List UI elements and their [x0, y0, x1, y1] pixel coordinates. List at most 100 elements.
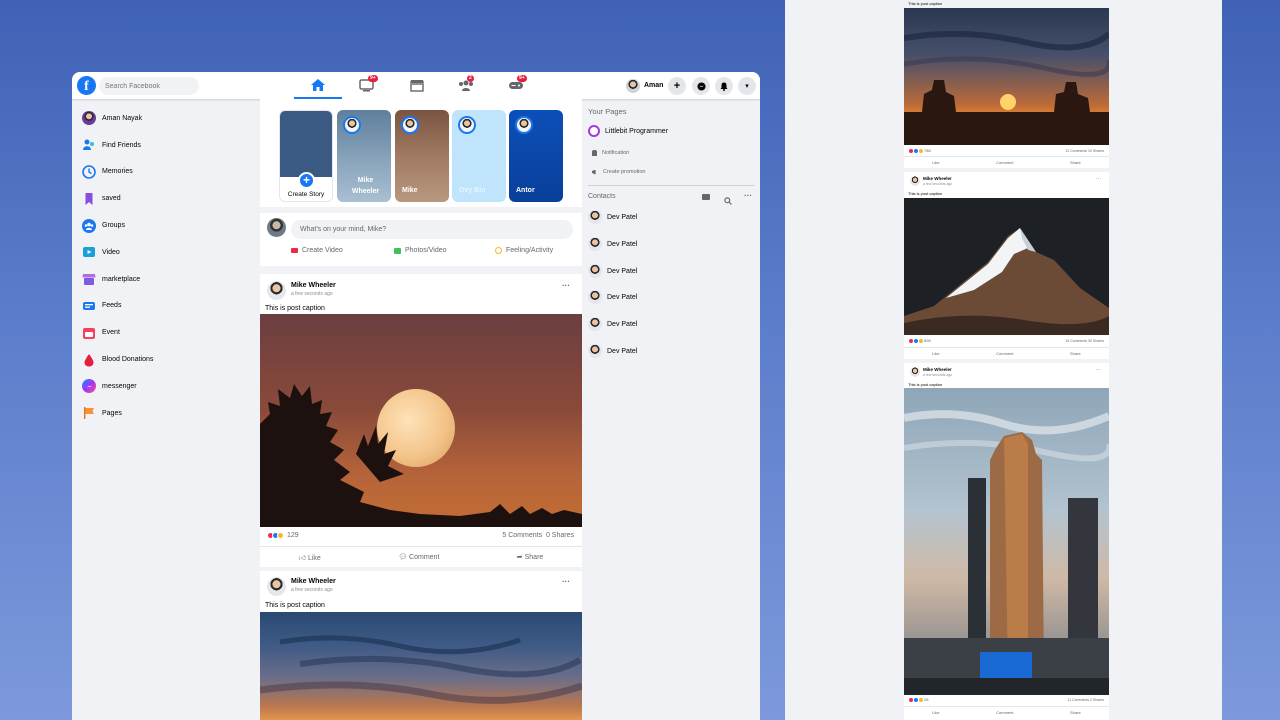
sidebar-item-groups[interactable]: Groups	[82, 212, 252, 239]
sidebar-item-feeds[interactable]: Feeds	[82, 293, 252, 320]
engagement-counts[interactable]: 12 Comments 10 Shares	[1065, 149, 1104, 153]
create-button[interactable]: +	[668, 77, 686, 95]
story-card[interactable]: Antor	[509, 110, 563, 202]
comment-button[interactable]: Comment	[996, 710, 1013, 715]
post-author[interactable]: Mike Wheeler	[923, 176, 952, 181]
post-image[interactable]	[904, 198, 1109, 335]
reaction-summary[interactable]: 28	[909, 697, 928, 702]
post-time[interactable]: a few seconds ago	[291, 587, 333, 593]
story-card[interactable]: Mike	[395, 110, 449, 202]
like-button[interactable]: 👍︎ Like	[299, 553, 321, 562]
contact-item[interactable]: Dev Patel	[588, 317, 637, 331]
contact-name: Dev Patel	[607, 267, 638, 275]
like-button[interactable]: Like	[932, 351, 939, 356]
create-promotion-item[interactable]: Create promotion	[592, 169, 646, 175]
post-image[interactable]	[904, 388, 1109, 695]
comment-button[interactable]: Comment	[996, 160, 1013, 165]
notification-item[interactable]: Notification	[592, 150, 629, 156]
post-author[interactable]: Mike Wheeler	[291, 282, 336, 289]
share-button[interactable]: Share	[1070, 160, 1081, 165]
contact-item[interactable]: Dev Patel	[588, 210, 637, 224]
home-icon[interactable]	[310, 78, 326, 92]
account-menu-button[interactable]: ▾	[738, 77, 756, 95]
sidebar-item-messenger[interactable]: messenger	[82, 373, 252, 400]
contact-item[interactable]: Dev Patel	[588, 344, 637, 358]
sidebar-item-video[interactable]: Video	[82, 239, 252, 266]
facebook-logo-icon[interactable]: f	[77, 76, 96, 95]
like-button[interactable]: Like	[932, 160, 939, 165]
create-story-card[interactable]: + Create Story	[279, 110, 333, 202]
post-image[interactable]	[904, 8, 1109, 145]
more-options-icon[interactable]: ···	[1096, 367, 1101, 373]
marketplace-icon[interactable]	[409, 78, 425, 92]
more-options-icon[interactable]: ···	[562, 577, 570, 586]
reaction-summary[interactable]: 786	[909, 148, 931, 153]
gaming-badge: 9+	[517, 75, 527, 82]
story-card[interactable]: Mike Wheeler	[337, 110, 391, 202]
story-author: Ovy Bin	[459, 187, 486, 194]
reaction-summary[interactable]: 896	[909, 338, 931, 343]
comment-button[interactable]: Comment	[996, 351, 1013, 356]
gaming-icon[interactable]: 9+	[508, 75, 527, 92]
post-image[interactable]	[260, 612, 582, 720]
avatar-icon	[82, 111, 96, 126]
like-button[interactable]: Like	[932, 710, 939, 715]
composer-input[interactable]: What's on your mind, Mike?	[291, 220, 573, 239]
feeling-activity-button[interactable]: Feeling/Activity	[495, 247, 553, 254]
page-item[interactable]: Littlebit Programmer	[588, 125, 668, 137]
sidebar-item-marketplace[interactable]: marketplace	[82, 266, 252, 293]
sidebar-item-memories[interactable]: Memories	[82, 159, 252, 186]
contact-item[interactable]: Dev Patel	[588, 237, 637, 251]
messenger-button[interactable]	[692, 77, 710, 95]
video-room-icon[interactable]	[702, 194, 710, 200]
sidebar-item-blood-donations[interactable]: Blood Donations	[82, 346, 252, 373]
story-card[interactable]: Ovy Bin	[452, 110, 506, 202]
sidebar-item-label: saved	[102, 195, 121, 203]
love-reaction-icon	[909, 338, 913, 343]
avatar	[910, 176, 920, 186]
search-icon[interactable]	[724, 192, 732, 205]
reaction-summary[interactable]: 129	[267, 532, 299, 539]
post-image[interactable]	[260, 314, 582, 527]
avatar	[588, 290, 602, 304]
sidebar-item-profile[interactable]: Aman Nayak	[82, 105, 252, 132]
profile-button[interactable]: Aman	[625, 77, 663, 94]
avatar	[458, 116, 476, 134]
watch-icon[interactable]: 9+	[359, 75, 378, 92]
story-author: Mike	[402, 187, 418, 194]
contact-name: Dev Patel	[607, 347, 638, 355]
more-options-icon[interactable]: ···	[562, 281, 570, 290]
post-author[interactable]: Mike Wheeler	[923, 367, 952, 372]
share-button[interactable]: Share	[1070, 351, 1081, 356]
contact-item[interactable]: Dev Patel	[588, 264, 637, 278]
more-options-icon[interactable]: ···	[744, 191, 752, 200]
search-input[interactable]	[99, 77, 199, 95]
share-button[interactable]: Share	[1070, 710, 1081, 715]
groups-icon[interactable]: 2	[458, 75, 474, 92]
share-button[interactable]: ➦ Share	[517, 553, 544, 561]
post-caption: This is post caption	[908, 191, 943, 196]
photo-video-button[interactable]: Photos/Video	[394, 247, 447, 254]
notifications-button[interactable]	[715, 77, 733, 95]
engagement-counts[interactable]: 5 Comments 0 Shares	[502, 532, 574, 539]
sidebar-item-find-friends[interactable]: Find Friends	[82, 132, 252, 159]
post-time[interactable]: a few seconds ago	[923, 182, 952, 186]
post-author[interactable]: Mike Wheeler	[291, 578, 336, 585]
post-actions: 👍︎ Like 💬︎ Comment ➦ Share	[260, 546, 582, 567]
avatar	[588, 264, 602, 278]
post-time[interactable]: a few seconds ago	[291, 291, 333, 297]
bell-icon	[720, 82, 728, 91]
more-options-icon[interactable]: ···	[1096, 176, 1101, 182]
sidebar-item-pages[interactable]: Pages	[82, 400, 252, 427]
sidebar-item-label: Event	[102, 329, 120, 337]
sidebar-item-saved[interactable]: saved	[82, 185, 252, 212]
engagement-counts[interactable]: 11 Comments 2 Shares	[1067, 698, 1104, 702]
create-video-button[interactable]: Create Video	[291, 247, 343, 254]
post-time[interactable]: a few seconds ago	[923, 373, 952, 377]
action-label: Like	[307, 554, 321, 562]
engagement-counts[interactable]: 15 Comments 30 Shares	[1065, 339, 1104, 343]
sidebar-item-event[interactable]: Event	[82, 319, 252, 346]
video-icon	[82, 245, 96, 259]
contact-item[interactable]: Dev Patel	[588, 290, 637, 304]
comment-button[interactable]: 💬︎ Comment	[398, 553, 439, 561]
